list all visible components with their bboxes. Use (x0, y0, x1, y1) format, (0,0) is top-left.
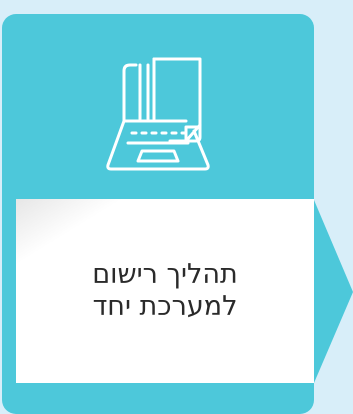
card-label-panel: תהליך רישום למערכת יחד (16, 199, 314, 383)
laptop-document-icon (106, 57, 210, 171)
card-title: תהליך רישום למערכת יחד (92, 259, 238, 322)
card-icon-area (2, 14, 314, 200)
